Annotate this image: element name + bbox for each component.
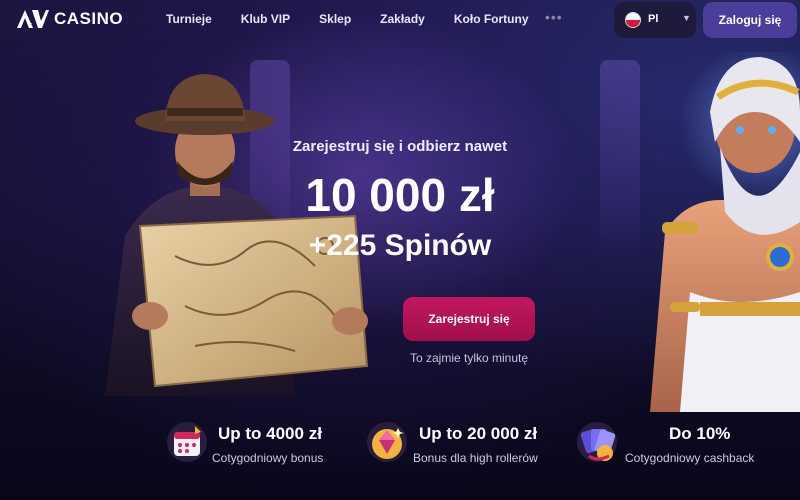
hero-subtitle: Zarejestruj się i odbierz nawet: [292, 138, 508, 155]
login-button[interactable]: Zaloguj się: [703, 2, 797, 38]
hero-bonus-amount: 10 000 zł: [305, 169, 495, 221]
page: CASINO Turnieje Klub VIP Sklep Zakłady K…: [0, 0, 800, 500]
logo-text: CASINO: [54, 9, 124, 28]
feature-title: Do 10%: [669, 424, 731, 443]
feature-title: Up to 20 000 zł: [419, 424, 538, 443]
chevron-down-icon: ▼: [682, 13, 691, 23]
hero-spins: +225 Spinów: [308, 229, 492, 262]
calendar-gift-icon: [167, 422, 207, 462]
register-note: To zajmie tylko minutę: [409, 351, 529, 365]
features-row: Up to 4000 zł Cotygodniowy bonus Up to 2…: [0, 418, 800, 478]
logo-mark-icon: [17, 10, 49, 28]
diamond-icon: [367, 422, 407, 462]
register-button[interactable]: Zarejestruj się: [403, 297, 535, 341]
nav-link-kolo-fortuny[interactable]: Koło Fortuny: [454, 12, 529, 26]
feature-weekly-bonus: Up to 4000 zł Cotygodniowy bonus: [165, 418, 345, 474]
cards-icon: [577, 422, 617, 462]
nav-link-klub-vip[interactable]: Klub VIP: [241, 12, 290, 26]
site-logo[interactable]: CASINO: [16, 9, 123, 29]
feature-desc: Cotygodniowy cashback: [625, 451, 755, 465]
nav-link-turnieje[interactable]: Turnieje: [166, 12, 212, 26]
feature-desc: Bonus dla high rollerów: [413, 451, 538, 465]
feature-high-roller: Up to 20 000 zł Bonus dla high rollerów: [365, 418, 565, 474]
poland-flag-icon: [625, 12, 641, 28]
nav-link-sklep[interactable]: Sklep: [319, 12, 351, 26]
language-selector[interactable]: Pl ▼: [614, 2, 696, 38]
nav-link-zaklady[interactable]: Zakłady: [380, 12, 425, 26]
language-code: Pl: [648, 13, 659, 25]
top-navigation: CASINO Turnieje Klub VIP Sklep Zakłady K…: [0, 0, 800, 40]
more-menu-icon[interactable]: •••: [545, 9, 563, 25]
nav-links: Turnieje Klub VIP Sklep Zakłady Koło For…: [166, 12, 558, 26]
feature-cashback: Do 10% Cotygodniowy cashback: [575, 418, 785, 474]
feature-desc: Cotygodniowy bonus: [212, 451, 324, 465]
feature-title: Up to 4000 zł: [218, 424, 322, 443]
